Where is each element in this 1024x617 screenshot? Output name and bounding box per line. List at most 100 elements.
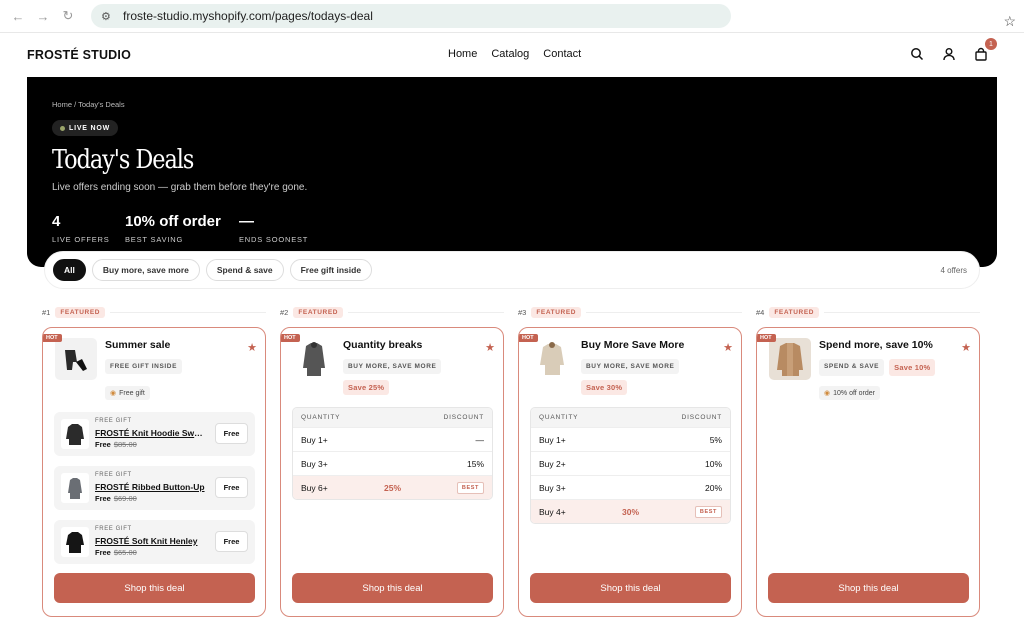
stat-value: —: [239, 213, 254, 230]
deal-column-3: #3 FEATURED HOT Buy More Save More ★ BUY …: [518, 306, 742, 617]
tier-row: Buy 3+ 15%: [293, 451, 492, 475]
gift-free-button[interactable]: Free: [215, 531, 248, 552]
tier-qty: Buy 1+: [301, 434, 328, 445]
live-now-badge: LIVE NOW: [52, 120, 119, 136]
bookmark-star-icon[interactable]: ☆: [1003, 13, 1016, 30]
cart-count-badge: 1: [985, 38, 997, 50]
stat-best-saving: 10% off order BEST SAVING: [125, 213, 221, 244]
deal-type-tag: BUY MORE, SAVE MORE: [343, 359, 442, 374]
gift-name[interactable]: FROSTÉ Knit Hoodie Sweater: [95, 428, 207, 438]
filter-spend-save[interactable]: Spend & save: [205, 259, 284, 281]
gift-price: Free $69.00: [95, 494, 137, 503]
deal-card[interactable]: HOT Spend more, save 10% ★ SPEND & SAVE …: [756, 327, 980, 617]
shop-deal-button[interactable]: Shop this deal: [54, 573, 255, 603]
gift-item: FREE GIFT FROSTÉ Ribbed Button-Up Free $6…: [54, 466, 255, 510]
browser-toolbar: ← → ↻ ⚙ froste-studio.myshopify.com/page…: [0, 0, 1024, 33]
deal-thumbnail: [55, 338, 97, 380]
deal-type-tag: SPEND & SAVE: [819, 359, 885, 376]
best-badge: BEST: [694, 505, 722, 518]
tier-discount: 10%: [704, 458, 722, 469]
col-quantity: QUANTITY: [539, 414, 579, 421]
page-title: Today's Deals: [52, 145, 194, 175]
tier-qty: Buy 6+: [301, 482, 328, 493]
tier-row-best: Buy 6+ 25% BEST: [293, 475, 492, 499]
gift-price-now: Free: [95, 494, 111, 503]
gift-price-now: Free: [95, 440, 111, 449]
live-label: LIVE NOW: [69, 124, 111, 132]
breadcrumb[interactable]: Home / Today's Deals: [52, 100, 125, 109]
tier-qty: Buy 1+: [539, 434, 566, 445]
tier-qty: Buy 4+: [539, 506, 566, 517]
gift-image: [61, 419, 89, 449]
hot-badge: HOT: [43, 334, 62, 342]
col-discount: DISCOUNT: [681, 414, 722, 421]
tier-discount: 5%: [709, 434, 722, 445]
shop-deal-button[interactable]: Shop this deal: [768, 573, 969, 603]
hot-badge: HOT: [519, 334, 538, 342]
deal-title: Spend more, save 10%: [819, 339, 933, 351]
tier-row-best: Buy 4+ 30% BEST: [531, 499, 730, 523]
filter-free-gift[interactable]: Free gift inside: [289, 259, 373, 281]
reload-icon[interactable]: ↻: [58, 6, 78, 26]
free-gift-pill: ◉ Free gift: [105, 386, 150, 400]
back-icon[interactable]: ←: [8, 6, 28, 26]
deal-rank: #1: [42, 307, 51, 317]
featured-badge: FEATURED: [769, 306, 820, 318]
nav-contact[interactable]: Contact: [543, 48, 581, 60]
filter-all[interactable]: All: [53, 259, 86, 281]
gift-label: FREE GIFT: [95, 418, 132, 424]
account-icon[interactable]: [942, 47, 956, 61]
stat-label: LIVE OFFERS: [52, 235, 110, 244]
nav-home[interactable]: Home: [448, 48, 477, 60]
address-bar[interactable]: ⚙ froste-studio.myshopify.com/pages/toda…: [91, 4, 1016, 29]
pill-label: 10% off order: [833, 389, 876, 397]
shop-deal-button[interactable]: Shop this deal: [292, 573, 493, 603]
star-icon: ★: [485, 342, 495, 354]
deal-title: Buy More Save More: [581, 339, 685, 351]
gift-price-now: Free: [95, 548, 111, 557]
featured-badge: FEATURED: [293, 306, 344, 318]
gift-free-button[interactable]: Free: [215, 423, 248, 444]
stat-live-offers: 4 LIVE OFFERS: [52, 213, 110, 244]
nav-catalog[interactable]: Catalog: [491, 48, 529, 60]
quantity-tier-table: QUANTITY DISCOUNT Buy 1+ 5% Buy 2+ 10% Buy …: [530, 407, 731, 524]
star-icon: ★: [723, 342, 733, 354]
offer-count: 4 offers: [940, 265, 967, 275]
featured-badge: FEATURED: [55, 306, 106, 318]
quantity-tier-table: QUANTITY DISCOUNT Buy 1+ — Buy 3+ 15% Buy 6…: [292, 407, 493, 500]
deal-card[interactable]: HOT Summer sale ★ FREE GIFT INSIDE ◉ Free…: [42, 327, 266, 617]
deal-type-tag: BUY MORE, SAVE MORE: [581, 359, 680, 374]
filter-bar: All Buy more, save more Spend & save Fre…: [44, 251, 980, 289]
shop-deal-button[interactable]: Shop this deal: [530, 573, 731, 603]
star-icon: ★: [961, 342, 971, 354]
discount-pill: ◉ 10% off order: [819, 386, 881, 400]
shop-header: FROSTÉ STUDIO Home Catalog Contact 1: [0, 33, 1024, 77]
gift-price-old: $65.00: [113, 548, 137, 557]
gift-free-button[interactable]: Free: [215, 477, 248, 498]
url-text: froste-studio.myshopify.com/pages/todays…: [123, 9, 373, 23]
gift-item: FREE GIFT FROSTÉ Soft Knit Henley Free $6…: [54, 520, 255, 564]
tier-discount: —: [475, 434, 485, 445]
site-settings-icon[interactable]: ⚙: [101, 10, 119, 23]
stat-ends-soonest: — ENDS SOONEST: [239, 213, 308, 244]
gift-price-old: $85.00: [113, 440, 137, 449]
deal-rank: #3: [518, 307, 527, 317]
filter-buy-more[interactable]: Buy more, save more: [91, 259, 200, 281]
forward-icon[interactable]: →: [33, 6, 53, 26]
live-dot-icon: [60, 125, 65, 131]
search-icon[interactable]: [910, 47, 924, 61]
stat-value: 10% off order: [125, 213, 221, 230]
deal-rank: #2: [280, 307, 289, 317]
deal-thumbnail: [769, 338, 811, 380]
tier-row: Buy 1+ —: [293, 427, 492, 451]
deal-card[interactable]: HOT Buy More Save More ★ BUY MORE, SAVE …: [518, 327, 742, 617]
cart-icon[interactable]: 1: [974, 38, 997, 61]
star-icon: ★: [247, 342, 257, 354]
tier-row: Buy 1+ 5%: [531, 427, 730, 451]
brand-logo[interactable]: FROSTÉ STUDIO: [27, 48, 131, 62]
gift-name[interactable]: FROSTÉ Soft Knit Henley: [95, 536, 207, 546]
gift-name[interactable]: FROSTÉ Ribbed Button-Up: [95, 482, 207, 492]
tier-qty: Buy 2+: [539, 458, 566, 469]
deal-card[interactable]: HOT Quantity breaks ★ BUY MORE, SAVE MOR…: [280, 327, 504, 617]
main-nav: Home Catalog Contact: [448, 48, 581, 60]
